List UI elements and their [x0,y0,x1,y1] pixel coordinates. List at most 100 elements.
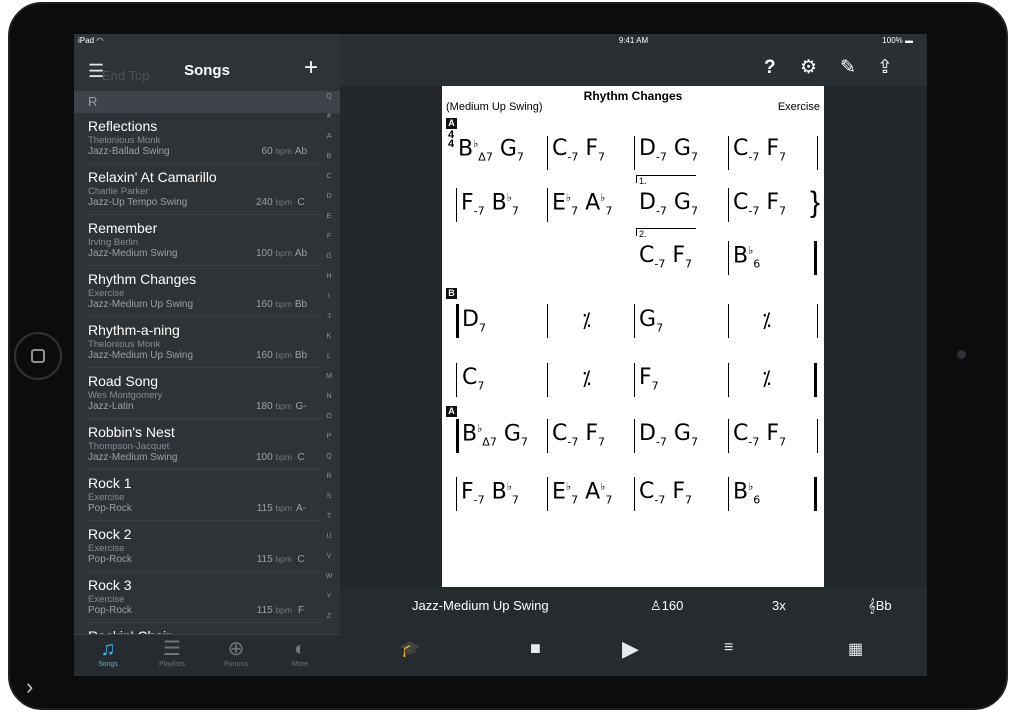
index-letter[interactable]: Q [322,453,336,460]
alpha-index[interactable]: Q # A B C D E F G H I J K L M N O P Q R S T U V W Y Z [322,93,336,633]
song-title: Rock 2 [88,526,132,542]
more-icon: ◐ [293,638,307,660]
song-composer: Thelonious Monk [88,135,161,146]
battery-icon: ▬ [905,36,913,45]
song-composer: Thompson-Jacquet [88,441,170,452]
song-row[interactable]: Rhythm Changes Exercise Jazz-Medium Up Swi… [74,266,322,317]
player-repeats[interactable]: 3x [772,598,786,613]
song-key: Bb [294,350,308,361]
share-icon[interactable]: ⇪ [877,58,893,77]
index-letter[interactable]: T [322,513,336,520]
song-key: F [297,605,305,616]
index-letter[interactable]: R [322,473,336,480]
index-letter[interactable]: O [322,413,336,420]
rehearsal-mark: A [446,406,457,417]
add-song-button[interactable]: + [304,56,318,80]
song-row[interactable]: Rock 2 Exercise Pop-Rock 115 bpm C [74,521,322,572]
chord: C-7 F7 [552,421,605,449]
index-letter[interactable]: U [322,533,336,540]
barline [728,419,730,453]
song-row[interactable]: Rock 1 Exercise Pop-Rock 115 bpm A- [74,470,322,521]
index-letter[interactable]: G [322,253,336,260]
index-letter[interactable]: Z [322,613,336,620]
play-button[interactable]: ▶ [622,636,639,662]
index-letter[interactable]: M [322,373,336,380]
songs-panel: iPad ◠ End Top ☰ Songs + R Reflections Th… [74,34,340,676]
index-letter[interactable]: E [322,213,336,220]
index-letter[interactable]: F [322,233,336,240]
song-composer: Irving Berlin [88,237,139,248]
song-row[interactable]: Road Song Wes Montgomery Jazz-Latin 180 bpm… [74,368,322,419]
index-letter[interactable]: J [322,313,336,320]
chord-diagram-icon[interactable]: ▦ [848,639,863,659]
index-letter[interactable]: I [322,293,336,300]
song-row[interactable]: Reflections Thelonious Monk Jazz-Ballad Sw… [74,113,322,164]
player-style[interactable]: Jazz-Medium Up Swing [412,598,549,613]
song-list[interactable]: Reflections Thelonious Monk Jazz-Ballad Sw… [74,113,322,634]
song-style: Jazz-Medium Up Swing [88,299,194,310]
song-row[interactable]: Rhythm-a-ning Thelonious Monk Jazz-Medium … [74,317,322,368]
song-composer: Wes Montgomery [88,390,163,401]
index-letter[interactable]: C [322,173,336,180]
chord: C-7 F7 [552,136,605,164]
song-style: Pop-Rock [88,503,132,514]
player-tempo[interactable]: ♙160 [650,598,683,614]
song-row[interactable]: Robbin's Nest Thompson-Jacquet Jazz-Medium… [74,419,322,470]
chord: C-7 F7 [733,136,786,164]
index-letter[interactable]: P [322,433,336,440]
battery-indicator: 100% ▬ [882,36,913,45]
barline [728,188,730,222]
tab-songs[interactable]: ♫ Songs [78,637,138,668]
mixer-icon[interactable]: ≡ [724,639,733,657]
double-barline [814,363,817,397]
index-letter[interactable]: # [322,113,336,120]
gear-icon[interactable]: ⚙ [800,58,817,77]
chord: D7 [462,307,486,335]
chord: B♭6 [733,243,761,271]
index-letter[interactable]: D [322,193,336,200]
chevron-right-icon[interactable]: › [26,676,33,698]
barline [817,419,819,453]
player-key[interactable]: 𝄞Bb [868,598,892,614]
index-letter[interactable]: S [322,493,336,500]
index-letter[interactable]: W [322,573,336,580]
index-letter[interactable]: L [322,353,336,360]
double-barline [456,419,459,453]
final-barline [814,477,817,511]
tab-forums[interactable]: ⊕ Forums [206,637,266,668]
song-row[interactable]: Rock 3 Exercise Pop-Rock 115 bpm F [74,572,322,623]
chord: E♭7 A♭7 [552,190,613,218]
index-letter[interactable]: Q [322,93,336,100]
song-style: Pop-Rock [88,554,132,565]
chord-chart[interactable]: Rhythm Changes (Medium Up Swing) Exercis… [442,86,824,587]
chord: D-7 G7 [639,421,698,449]
song-row[interactable]: Rockin' Chair [74,623,322,634]
index-letter[interactable]: V [322,553,336,560]
index-letter[interactable]: B [322,153,336,160]
index-letter[interactable]: K [322,333,336,340]
song-row[interactable]: Relaxin' At Camarillo Charlie Parker Jazz-… [74,164,322,215]
index-letter[interactable]: A [322,133,336,140]
song-key: C [297,452,305,463]
song-key: G- [295,401,307,412]
tab-more[interactable]: ◐ More [270,637,330,668]
practice-icon[interactable]: 🎓 [400,639,420,659]
index-letter[interactable]: N [322,393,336,400]
songs-title: Songs [184,62,230,79]
help-icon[interactable]: ? [764,58,776,77]
song-key: Bb [294,299,308,310]
tab-playlists[interactable]: ☰ Playlists [142,637,202,668]
song-bpm: 160 bpm [255,350,292,361]
camera-dot [957,350,966,359]
edit-pencil-icon[interactable]: ✎ [840,58,856,77]
index-letter[interactable]: H [322,273,336,280]
barline [634,419,636,453]
song-row[interactable]: Remember Irving Berlin Jazz-Medium Swing 10… [74,215,322,266]
barline [634,477,636,511]
final-barline [814,241,817,275]
index-letter[interactable]: Y [322,593,336,600]
song-bpm: 100 bpm [255,452,292,463]
chord: C-7 F7 [639,243,692,271]
stop-button[interactable]: ■ [530,638,541,659]
home-button[interactable] [14,332,62,380]
